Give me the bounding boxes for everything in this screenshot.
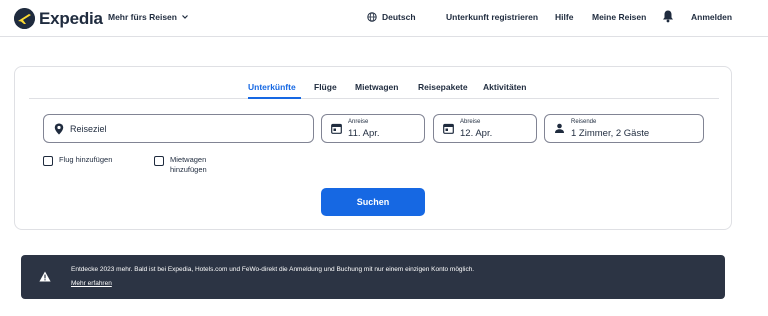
add-flight-checkbox[interactable]: Flug hinzufügen xyxy=(43,155,112,166)
language-selector[interactable]: Deutsch xyxy=(367,12,416,22)
checkbox-box[interactable] xyxy=(43,156,53,166)
mehr-label: Mehr fürs Reisen xyxy=(108,12,177,22)
warning-icon xyxy=(39,271,51,282)
logo-text: Expedia xyxy=(39,8,103,28)
checkin-value: 11. Apr. xyxy=(348,128,380,139)
chevron-down-icon xyxy=(182,15,188,19)
globe-icon xyxy=(367,12,377,22)
learn-more-link[interactable]: Mehr erfahren xyxy=(71,280,112,287)
register-property-link[interactable]: Unterkunft registrieren xyxy=(446,12,538,22)
checkout-date-field[interactable]: Abreise 12. Apr. xyxy=(433,114,537,143)
travelers-label: Reisende xyxy=(571,119,597,125)
signin-link[interactable]: Anmelden xyxy=(691,12,732,22)
plane-logo-icon xyxy=(14,8,35,29)
tab-mietwagen[interactable]: Mietwagen xyxy=(355,82,398,92)
tab-unterkuenfte[interactable]: Unterkünfte xyxy=(248,82,296,92)
bell-icon[interactable] xyxy=(662,9,674,23)
checkout-label: Abreise xyxy=(460,119,481,125)
add-car-label: Mietwagen hinzufügen xyxy=(170,155,207,174)
top-header: Expedia Mehr fürs Reisen Deutsch Unterku… xyxy=(0,0,768,37)
destination-input[interactable]: Reiseziel xyxy=(43,114,314,143)
banner-message: Entdecke 2023 mehr. Bald ist bei Expedia… xyxy=(71,266,475,273)
destination-placeholder: Reiseziel xyxy=(70,124,107,134)
checkout-value: 12. Apr. xyxy=(460,128,493,139)
tab-aktivitaeten[interactable]: Aktivitäten xyxy=(483,82,526,92)
help-link[interactable]: Hilfe xyxy=(555,12,573,22)
my-trips-link[interactable]: Meine Reisen xyxy=(592,12,646,22)
person-icon xyxy=(555,123,564,133)
account-info-banner: Entdecke 2023 mehr. Bald ist bei Expedia… xyxy=(21,255,725,299)
mehr-fuers-reisen-menu[interactable]: Mehr fürs Reisen xyxy=(108,12,189,22)
checkin-date-field[interactable]: Anreise 11. Apr. xyxy=(321,114,425,143)
calendar-icon xyxy=(331,123,342,134)
travelers-field[interactable]: Reisende 1 Zimmer, 2 Gäste xyxy=(544,114,704,143)
search-tabs: Unterkünfte Flüge Mietwagen Reisepakete … xyxy=(29,67,719,99)
search-button[interactable]: Suchen xyxy=(321,188,425,216)
active-tab-indicator xyxy=(248,97,301,99)
expedia-logo[interactable]: Expedia xyxy=(14,8,103,29)
checkbox-box[interactable] xyxy=(154,156,164,166)
location-pin-icon xyxy=(54,123,64,135)
language-label: Deutsch xyxy=(382,12,416,22)
tab-fluege[interactable]: Flüge xyxy=(314,82,337,92)
add-car-checkbox[interactable]: Mietwagen hinzufügen xyxy=(154,155,230,175)
calendar-icon xyxy=(443,123,454,134)
search-card: Unterkünfte Flüge Mietwagen Reisepakete … xyxy=(14,66,732,230)
checkin-label: Anreise xyxy=(348,119,369,125)
travelers-value: 1 Zimmer, 2 Gäste xyxy=(571,128,650,139)
add-flight-label: Flug hinzufügen xyxy=(59,155,113,164)
tab-reisepakete[interactable]: Reisepakete xyxy=(418,82,468,92)
